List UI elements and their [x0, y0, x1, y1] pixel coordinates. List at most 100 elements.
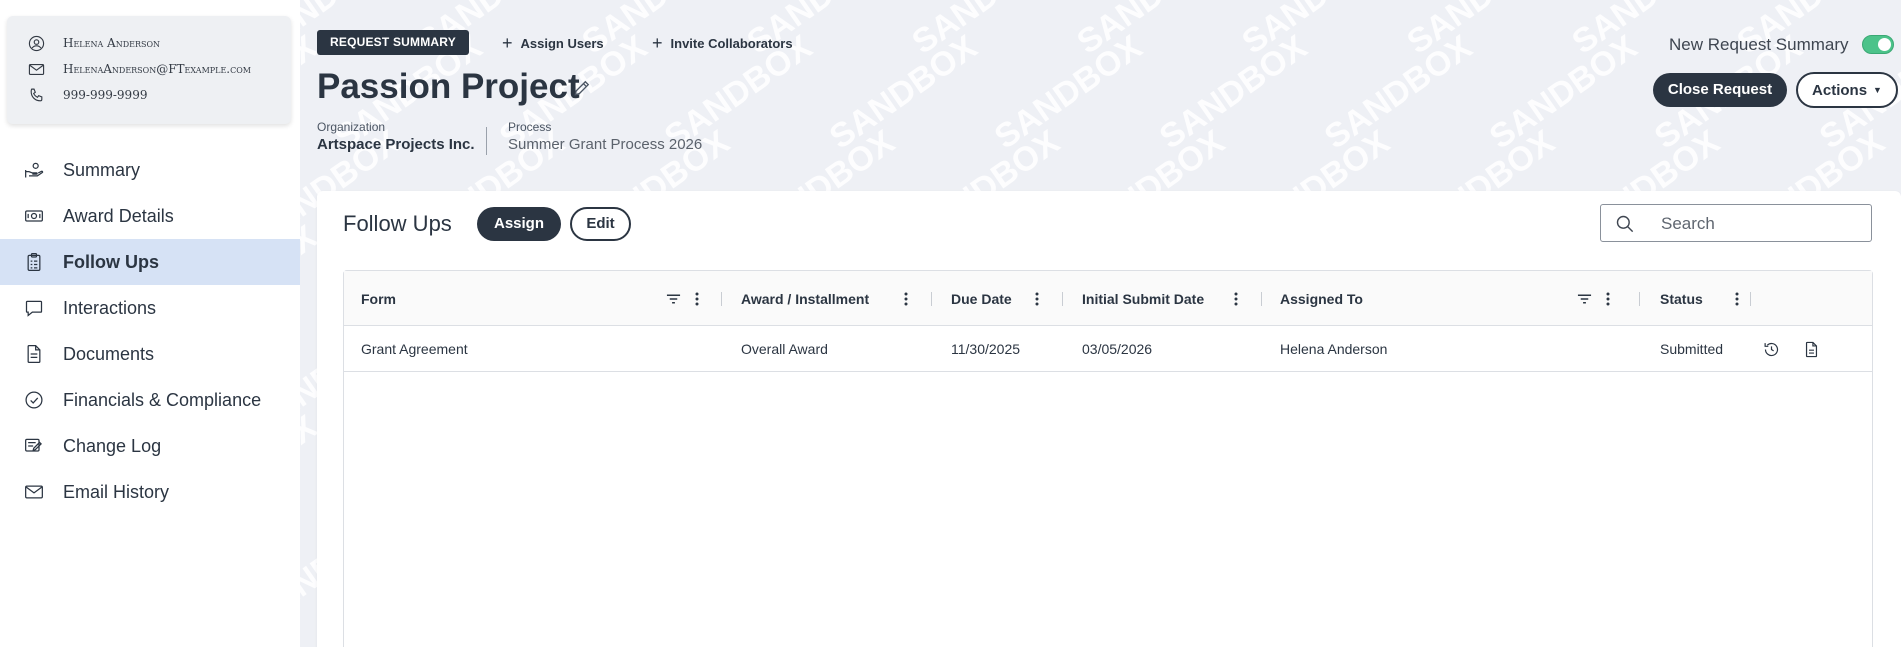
assign-users-label: Assign Users	[520, 36, 604, 51]
invite-collaborators-label: Invite Collaborators	[670, 36, 793, 51]
column-tools-assigned-to	[1570, 271, 1618, 326]
sidebar-item-label: Follow Ups	[63, 251, 159, 272]
sidebar-nav: Summary Award Details Follow Ups Interac…	[0, 147, 300, 515]
column-header-assigned-to[interactable]: Assigned To	[1280, 271, 1363, 326]
cell-assigned-to: Helena Anderson	[1280, 341, 1388, 357]
pencil-icon[interactable]	[572, 78, 594, 100]
edit-button[interactable]: Edit	[570, 207, 631, 241]
column-separator[interactable]	[931, 292, 932, 306]
table-header: Form Award / Installment Due Date Initia…	[344, 271, 1872, 326]
organization-label: Organization	[317, 120, 386, 134]
clipboard-icon	[22, 250, 46, 274]
user-circle-icon	[25, 32, 47, 54]
sidebar-item-interactions[interactable]: Interactions	[0, 285, 300, 331]
phone-icon	[25, 84, 47, 106]
plus-icon: +	[502, 33, 513, 53]
sidebar-item-follow-ups[interactable]: Follow Ups	[0, 239, 300, 285]
sidebar-item-change-log[interactable]: Change Log	[0, 423, 300, 469]
actions-dropdown[interactable]: Actions ▼	[1796, 72, 1898, 108]
column-header-status[interactable]: Status	[1660, 271, 1703, 326]
table-row[interactable]: Grant Agreement Overall Award 11/30/2025…	[344, 326, 1872, 372]
column-tools-award	[892, 271, 916, 326]
envelope-icon	[22, 480, 46, 504]
column-tools-due-date	[1023, 271, 1047, 326]
search-input[interactable]	[1661, 213, 1861, 235]
follow-ups-panel: Follow Ups Assign Edit Form	[317, 191, 1901, 647]
contact-name-row: Helena Anderson	[25, 30, 291, 56]
sidebar-item-summary[interactable]: Summary	[0, 147, 300, 193]
follow-ups-title: Follow Ups	[343, 211, 452, 236]
kebab-menu-icon[interactable]	[896, 289, 916, 309]
column-header-label: Award / Installment	[741, 290, 870, 307]
kebab-menu-icon[interactable]	[687, 289, 707, 309]
cell-status: Submitted	[1660, 341, 1724, 357]
document-icon	[22, 342, 46, 366]
cell-form[interactable]: Grant Agreement	[361, 326, 468, 372]
new-request-summary-toggle[interactable]	[1862, 35, 1894, 54]
column-tools-initial-submit-date	[1222, 271, 1246, 326]
column-separator[interactable]	[1750, 292, 1751, 306]
kebab-menu-icon[interactable]	[1027, 289, 1047, 309]
file-document-icon[interactable]	[1801, 339, 1821, 359]
organization-value: Artspace Projects Inc.	[317, 136, 475, 153]
column-header-award[interactable]: Award / Installment	[741, 271, 869, 326]
sidebar-item-label: Award Details	[63, 205, 174, 226]
sidebar-item-label: Email History	[63, 481, 170, 502]
cell-initial-submit-date: 03/05/2026	[1082, 341, 1153, 357]
filter-icon[interactable]	[663, 289, 683, 309]
column-header-due-date[interactable]: Due Date	[951, 271, 1012, 326]
sidebar-item-label: Financials & Compliance	[63, 389, 262, 410]
column-separator[interactable]	[721, 292, 722, 306]
cell-due-date: 11/30/2025	[951, 341, 1021, 357]
kebab-menu-icon[interactable]	[1226, 289, 1246, 309]
contact-card: Helena Anderson HelenaAnderson@FTexample…	[7, 16, 291, 124]
column-separator[interactable]	[1639, 292, 1640, 306]
assign-users-button[interactable]: + Assign Users	[502, 33, 604, 53]
toggle-knob	[1878, 38, 1891, 51]
column-separator[interactable]	[1062, 292, 1063, 306]
contact-name: Helena Anderson	[63, 36, 161, 50]
column-header-label: Status	[1660, 290, 1703, 307]
column-tools-form	[659, 271, 707, 326]
sidebar-item-documents[interactable]: Documents	[0, 331, 300, 377]
chat-icon	[22, 296, 46, 320]
kebab-menu-icon[interactable]	[1727, 289, 1747, 309]
sidebar-item-label: Change Log	[63, 435, 162, 456]
column-header-label: Assigned To	[1280, 290, 1363, 307]
close-request-button[interactable]: Close Request	[1653, 73, 1787, 107]
column-header-label: Initial Submit Date	[1082, 290, 1205, 307]
assign-button[interactable]: Assign	[477, 207, 561, 241]
cell-award: Overall Award	[741, 341, 828, 357]
page-title: Passion Project	[317, 67, 580, 106]
contact-phone-row: 999-999-9999	[25, 82, 291, 108]
actions-label: Actions	[1812, 82, 1868, 99]
contact-email[interactable]: HelenaAnderson@FTexample.com	[63, 62, 251, 76]
money-icon	[22, 204, 46, 228]
main-content: SANDBOX SANDBOX SANDBOX SANDBOX SANDBOX SANDB…	[300, 0, 1901, 647]
kebab-menu-icon[interactable]	[1598, 289, 1618, 309]
column-separator[interactable]	[1261, 292, 1262, 306]
sidebar-item-email-history[interactable]: Email History	[0, 469, 300, 515]
column-header-label: Due Date	[951, 290, 1012, 307]
sidebar: Helena Anderson HelenaAnderson@FTexample…	[0, 0, 300, 647]
column-header-form[interactable]: Form	[361, 271, 396, 326]
column-header-label: Form	[361, 290, 396, 307]
hand-coin-icon	[22, 158, 46, 182]
column-header-initial-submit-date[interactable]: Initial Submit Date	[1082, 271, 1204, 326]
request-summary-badge: REQUEST SUMMARY	[317, 30, 469, 55]
search-box	[1600, 204, 1872, 242]
sidebar-item-award-details[interactable]: Award Details	[0, 193, 300, 239]
new-request-summary-label: New Request Summary	[1669, 35, 1849, 54]
meta-divider	[486, 127, 487, 155]
process-label: Process	[508, 120, 552, 134]
filter-icon[interactable]	[1574, 289, 1594, 309]
envelope-icon	[25, 58, 47, 80]
history-icon[interactable]	[1761, 339, 1781, 359]
contact-email-row: HelenaAnderson@FTexample.com	[25, 56, 291, 82]
sidebar-item-label: Interactions	[63, 297, 157, 318]
sidebar-item-label: Summary	[63, 159, 141, 180]
caret-down-icon: ▼	[1873, 85, 1882, 95]
sidebar-item-financials-compliance[interactable]: Financials & Compliance	[0, 377, 300, 423]
search-icon	[1615, 214, 1635, 234]
invite-collaborators-button[interactable]: + Invite Collaborators	[652, 34, 793, 52]
